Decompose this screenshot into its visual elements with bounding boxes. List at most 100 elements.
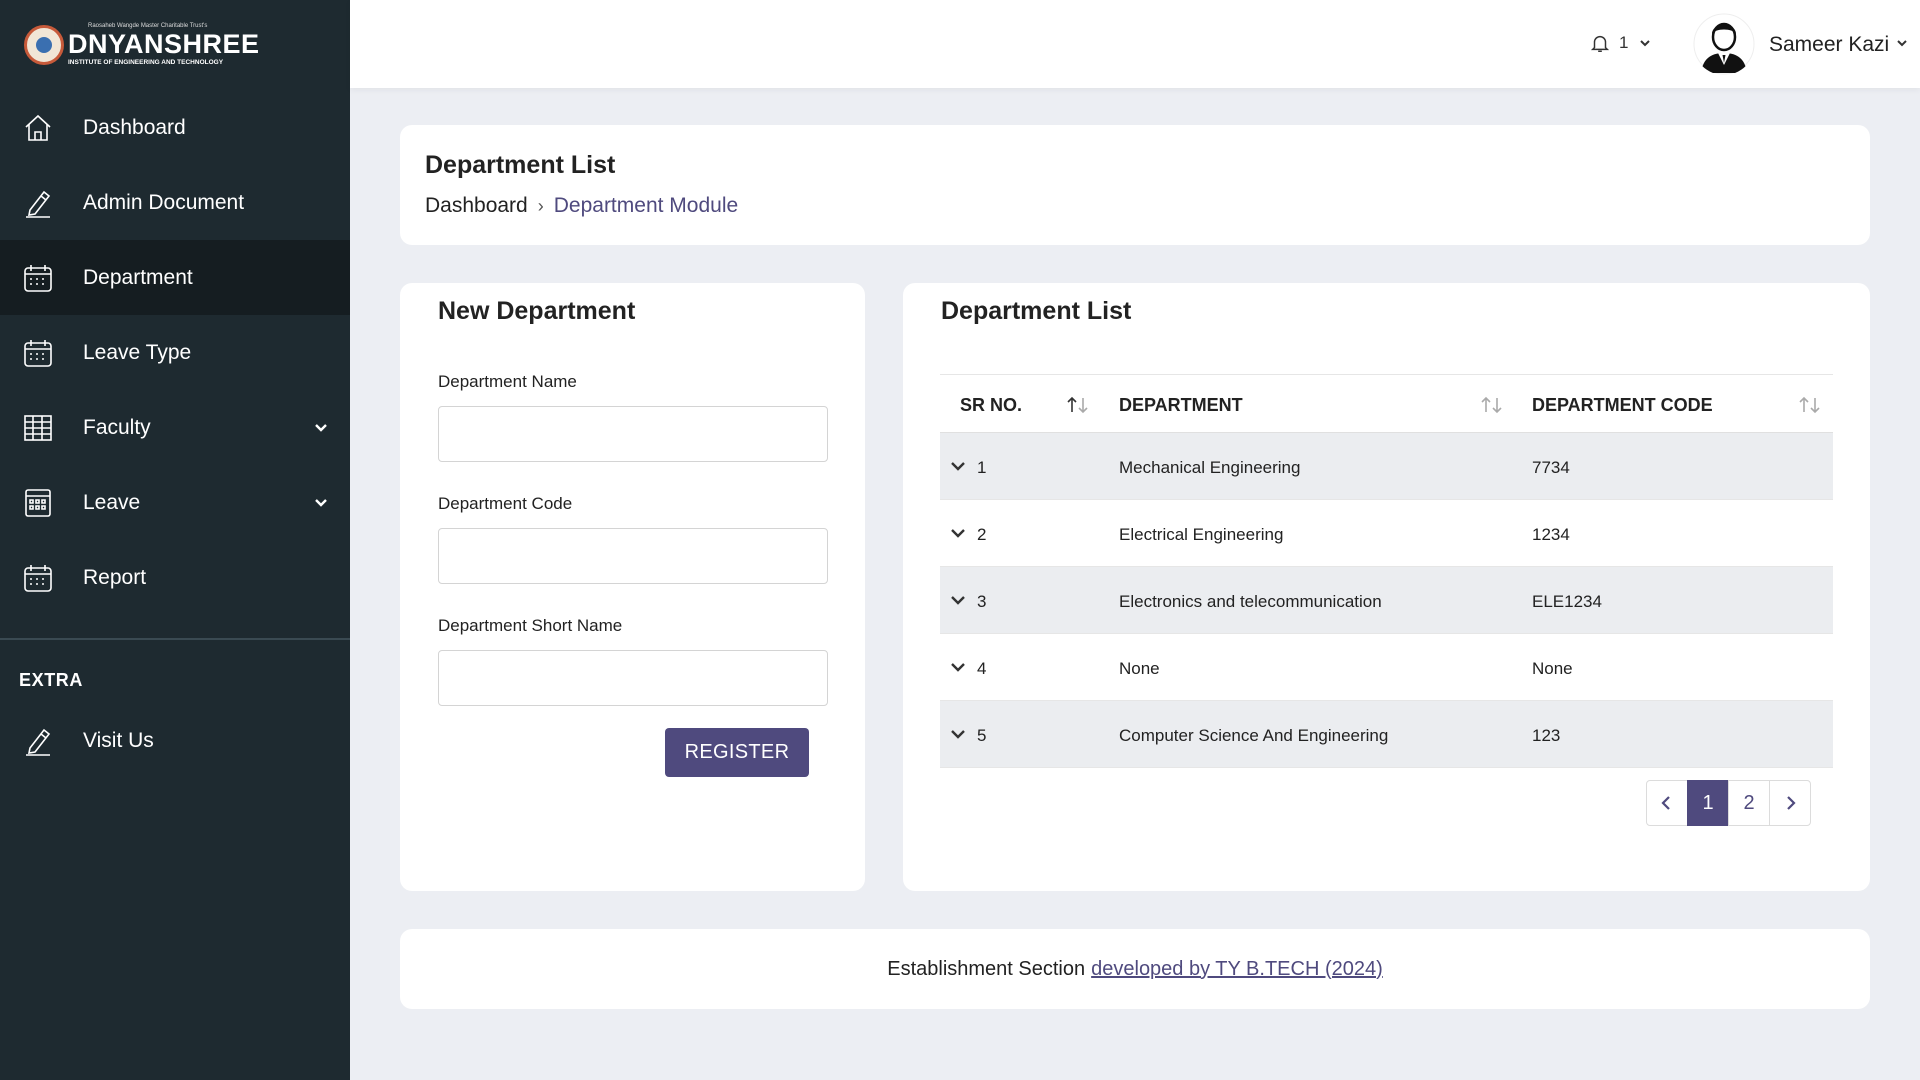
- breadcrumb: Dashboard › Department Module: [425, 194, 1845, 218]
- department-code-label: Department Code: [438, 494, 573, 513]
- sidebar-nav: Dashboard Admin Document Department Leav…: [0, 90, 350, 615]
- department-table: SR NO. DEPARTMENT DEPARTMENT CODE 1 Mech…: [940, 374, 1833, 768]
- column-header-department-code[interactable]: DEPARTMENT CODE: [1532, 395, 1713, 416]
- page-button-1[interactable]: 1: [1687, 780, 1729, 826]
- cell-sr-no: 1: [977, 458, 987, 477]
- department-name-input[interactable]: [438, 406, 828, 462]
- department-code-input[interactable]: [438, 528, 828, 584]
- brand-subtitle: INSTITUTE OF ENGINEERING AND TECHNOLOGY: [68, 59, 224, 67]
- sidebar-extra-nav: Visit Us: [0, 703, 350, 778]
- brand-logo[interactable]: Raosaheb Wangde Master Charitable Trust'…: [0, 0, 350, 90]
- new-department-card: New Department Department Name Departmen…: [400, 283, 865, 891]
- sidebar-item-label: Visit Us: [83, 728, 154, 752]
- chevron-down-icon[interactable]: [312, 418, 330, 436]
- column-header-sr-no[interactable]: SR NO.: [960, 395, 1022, 416]
- cell-sr-no: 3: [977, 592, 987, 611]
- cell-department: Electrical Engineering: [1119, 525, 1284, 544]
- page-button-2[interactable]: 2: [1728, 780, 1770, 826]
- notification-count: 1: [1619, 33, 1629, 52]
- sidebar-section-heading: EXTRA: [19, 670, 84, 690]
- top-header: 1 Sameer Kazi: [350, 0, 1920, 88]
- cell-department-code: ELE1234: [1532, 592, 1602, 611]
- table-row[interactable]: 4 None None: [940, 634, 1833, 701]
- sidebar-item-faculty[interactable]: Faculty: [0, 390, 350, 465]
- calendar-icon: [22, 337, 54, 369]
- list-title: Department List: [941, 297, 1132, 325]
- calendar-icon: [22, 562, 54, 594]
- calendar-icon: [22, 262, 54, 294]
- cell-sr-no: 2: [977, 525, 987, 544]
- sort-icon[interactable]: [1478, 394, 1506, 416]
- chevron-down-icon[interactable]: [1895, 36, 1909, 50]
- chevron-right-icon: ›: [537, 195, 544, 216]
- sidebar-item-label: Faculty: [83, 415, 151, 439]
- department-short-name-label: Department Short Name: [438, 616, 623, 635]
- chevron-right-icon: [1787, 796, 1796, 810]
- column-header-department[interactable]: DEPARTMENT: [1119, 395, 1243, 416]
- sidebar-item-label: Dashboard: [83, 115, 186, 139]
- cell-department: None: [1119, 659, 1160, 678]
- sidebar-item-visit-us[interactable]: Visit Us: [0, 703, 350, 778]
- previous-page-button[interactable]: [1646, 780, 1688, 826]
- department-short-name-input[interactable]: [438, 650, 828, 706]
- sidebar: Raosaheb Wangde Master Charitable Trust'…: [0, 0, 350, 1080]
- institute-emblem-icon: [24, 25, 64, 65]
- page-header-card: Department List Dashboard › Department M…: [400, 125, 1870, 245]
- user-avatar[interactable]: [1693, 13, 1755, 75]
- table-row[interactable]: 5 Computer Science And Engineering 123: [940, 701, 1833, 768]
- page-title: Department List: [425, 151, 616, 179]
- sidebar-item-label: Report: [83, 565, 147, 589]
- sort-icon[interactable]: [1796, 394, 1824, 416]
- chevron-left-icon: [1661, 796, 1670, 810]
- table-header: SR NO. DEPARTMENT DEPARTMENT CODE: [940, 375, 1833, 433]
- register-button[interactable]: REGISTER: [665, 728, 809, 777]
- chevron-down-icon[interactable]: [949, 457, 967, 475]
- chevron-down-icon[interactable]: [949, 591, 967, 609]
- sidebar-item-label: Leave: [83, 490, 141, 514]
- cell-department-code: 7734: [1532, 458, 1570, 477]
- table-row[interactable]: 3 Electronics and telecommunication ELE1…: [940, 567, 1833, 634]
- chevron-down-icon: [1640, 40, 1651, 47]
- sidebar-item-label: Department: [83, 265, 193, 289]
- cell-department-code: 123: [1532, 726, 1561, 745]
- sidebar-item-department[interactable]: Department: [0, 240, 350, 315]
- chevron-down-icon[interactable]: [949, 725, 967, 743]
- calendar-grid-icon: [22, 487, 54, 519]
- home-icon: [22, 112, 54, 144]
- sidebar-item-leave[interactable]: Leave: [0, 465, 350, 540]
- footer: Establishment Section developed by TY B.…: [400, 929, 1870, 1009]
- sidebar-item-label: Admin Document: [83, 190, 245, 214]
- chevron-down-icon[interactable]: [949, 658, 967, 676]
- cell-department: Mechanical Engineering: [1119, 458, 1301, 477]
- breadcrumb-dashboard-link[interactable]: Dashboard: [425, 194, 528, 218]
- pencil-icon: [22, 725, 54, 757]
- brand-name: DNYANSHREE: [68, 29, 260, 60]
- cell-sr-no: 5: [977, 726, 987, 745]
- next-page-button[interactable]: [1769, 780, 1811, 826]
- cell-department-code: 1234: [1532, 525, 1570, 544]
- sidebar-item-label: Leave Type: [83, 340, 192, 364]
- cell-sr-no: 4: [977, 659, 987, 678]
- table-row[interactable]: 2 Electrical Engineering 1234: [940, 500, 1833, 567]
- department-name-label: Department Name: [438, 372, 577, 391]
- cell-department: Computer Science And Engineering: [1119, 726, 1389, 745]
- notifications-dropdown[interactable]: 1: [1589, 32, 1652, 54]
- sidebar-item-dashboard[interactable]: Dashboard: [0, 90, 350, 165]
- footer-credits-link[interactable]: developed by TY B.TECH (2024): [1091, 958, 1383, 981]
- sidebar-item-report[interactable]: Report: [0, 540, 350, 615]
- pencil-icon: [22, 187, 54, 219]
- sidebar-item-leave-type[interactable]: Leave Type: [0, 315, 350, 390]
- chevron-down-icon[interactable]: [312, 493, 330, 511]
- chevron-down-icon[interactable]: [949, 524, 967, 542]
- breadcrumb-current: Department Module: [553, 194, 739, 217]
- cell-department-code: None: [1532, 659, 1573, 678]
- table-row[interactable]: 1 Mechanical Engineering 7734: [940, 433, 1833, 500]
- pagination: 1 2: [1646, 780, 1811, 826]
- sidebar-item-admin-document[interactable]: Admin Document: [0, 165, 350, 240]
- grid-icon: [22, 412, 54, 444]
- sort-icon[interactable]: [1064, 394, 1092, 416]
- form-title: New Department: [438, 297, 636, 325]
- footer-text: Establishment Section: [887, 957, 1086, 980]
- department-list-card: Department List SR NO. DEPARTMENT DEPART…: [903, 283, 1870, 891]
- user-name[interactable]: Sameer Kazi: [1769, 33, 1889, 57]
